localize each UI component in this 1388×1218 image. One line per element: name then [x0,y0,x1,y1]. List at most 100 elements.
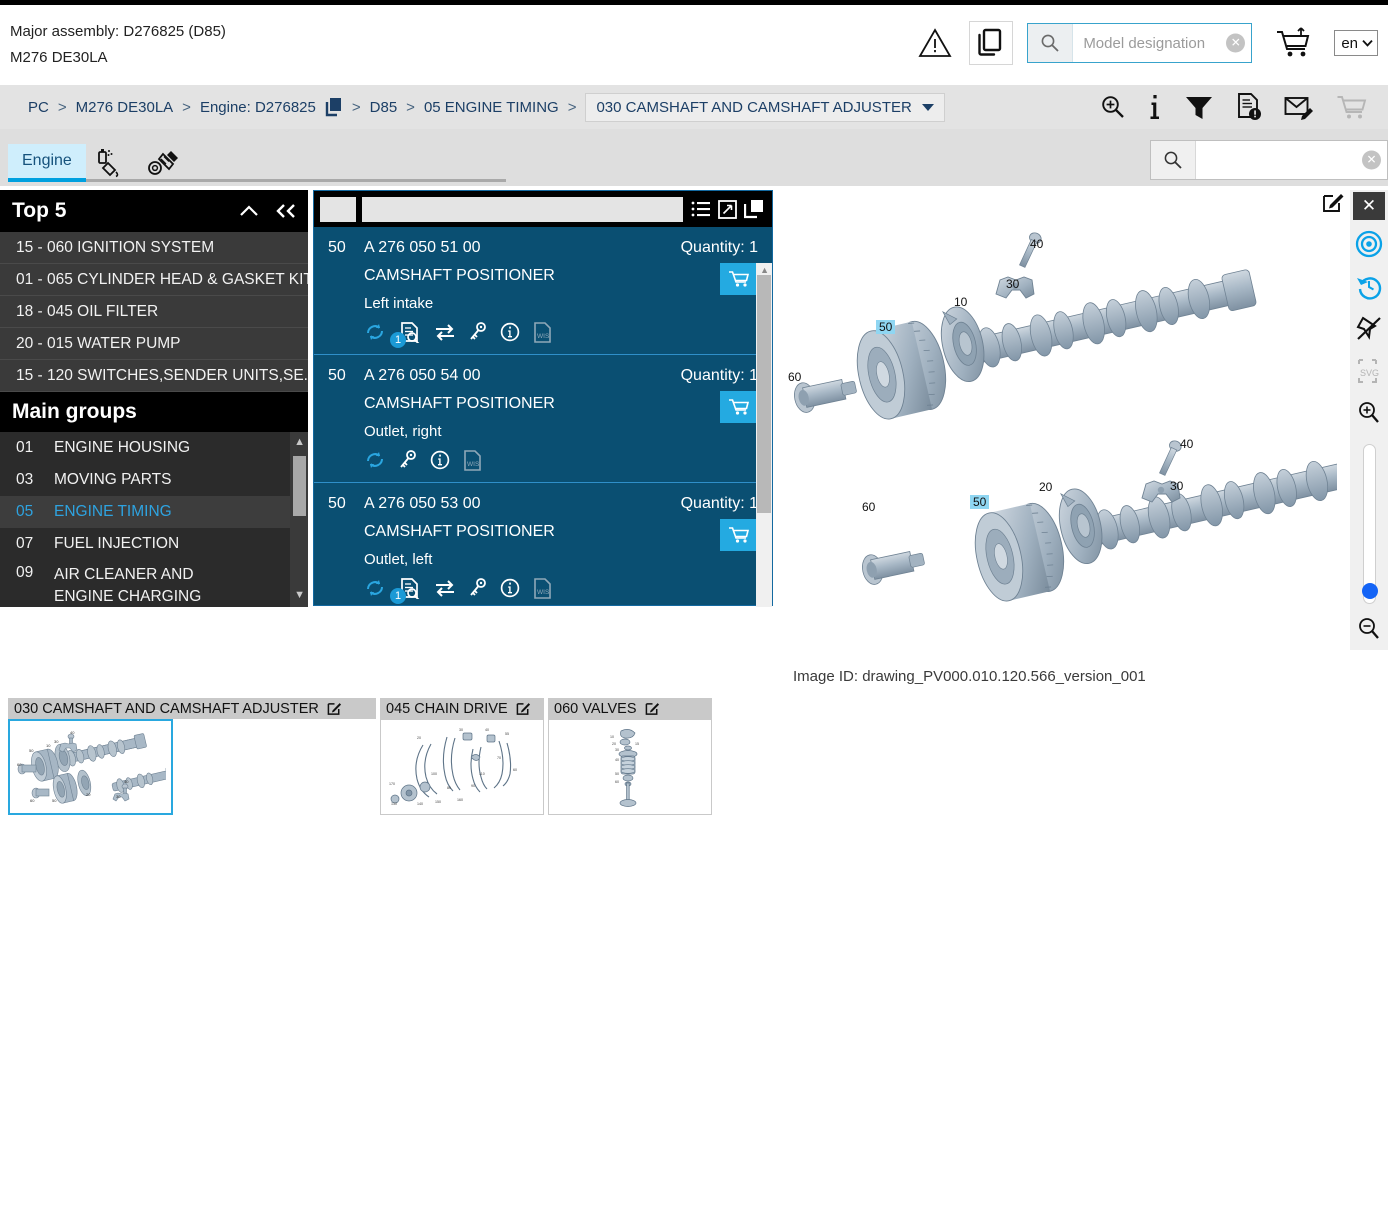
edit-pencil-icon[interactable] [645,701,660,716]
callout-30a: 30 [1006,277,1020,291]
search-icon[interactable] [1151,141,1196,179]
thumbnail-card-060[interactable]: 060 VALVES 10 20 30 40 50 60 15 [548,698,712,815]
info-icon[interactable] [1148,94,1162,120]
search-input[interactable] [1081,33,1244,53]
tab-fasteners[interactable] [138,144,190,182]
breadcrumb-item-engine[interactable]: Engine: D276825 [200,99,316,116]
top5-item-0[interactable]: 15 - 060 IGNITION SYSTEM [0,232,308,264]
chevron-down-icon [1362,39,1373,47]
zoom-slider-knob[interactable] [1361,583,1378,600]
scroll-up-arrow-icon[interactable]: ▲ [760,265,769,275]
model-search-box[interactable]: ✕ [1027,23,1253,63]
main-group-item-07[interactable]: 07 FUEL INJECTION [0,528,308,560]
svg-text:30: 30 [459,728,463,732]
clear-x-icon[interactable]: ✕ [1362,150,1381,170]
breadcrumb-active-dropdown[interactable]: 030 CAMSHAFT AND CAMSHAFT ADJUSTER [585,92,945,122]
clear-x-icon[interactable]: ✕ [1226,33,1246,53]
model-search-field[interactable]: ✕ [1073,24,1251,62]
info-circle-icon[interactable] [430,450,450,470]
scroll-down-arrow-icon[interactable]: ▼ [294,589,305,601]
thumbnail-image-060[interactable]: 10 20 30 40 50 60 15 [548,719,712,815]
expand-fullscreen-icon[interactable] [718,199,737,219]
document-search-icon[interactable]: 1 [390,577,421,604]
language-selector[interactable]: en [1334,30,1378,56]
unpin-icon[interactable] [1350,307,1388,349]
scrollbar-thumb[interactable] [293,456,306,516]
thumbnail-card-045[interactable]: 045 CHAIN DRIVE 170 20 30 40 55 60 80 90… [380,698,544,815]
add-to-cart-icon[interactable] [720,391,758,423]
main-group-item-05[interactable]: 05 ENGINE TIMING [0,496,308,528]
callout-60a: 60 [788,370,802,384]
main-groups-scrollbar[interactable]: ▲ ▼ [290,432,308,607]
content-search-box[interactable]: ✕ [1150,140,1388,180]
target-reset-icon[interactable] [1350,223,1388,265]
copy-icon[interactable] [325,97,343,117]
history-undo-icon[interactable] [1350,265,1388,307]
edit-pencil-icon[interactable] [516,701,531,716]
search-icon[interactable] [1028,24,1074,62]
chevron-double-left-icon[interactable] [274,203,298,219]
main-group-item-01[interactable]: 01 ENGINE HOUSING [0,432,308,464]
top5-item-2[interactable]: 18 - 045 OIL FILTER [0,296,308,328]
shopping-cart-add-icon[interactable] [1270,21,1320,65]
table-row[interactable]: 50 A 276 050 53 00 CAMSHAFT POSITIONER O… [314,483,772,607]
add-to-cart-icon[interactable] [720,263,758,295]
image-id-label: Image ID: drawing_PV000.010.120.566_vers… [793,668,1146,685]
thumbnail-image-030[interactable]: 40 30 10 50 60 40 30 20 50 60 [8,719,173,815]
edit-pencil-icon[interactable] [327,701,342,716]
swap-arrows-icon[interactable] [434,579,456,597]
mail-edit-icon[interactable] [1284,94,1314,120]
copy-icon[interactable] [744,199,764,219]
thumbnail-image-045[interactable]: 170 20 30 40 55 60 80 90 100 110 130 140 150 160 7… [380,719,544,815]
document-search-icon[interactable]: 1 [390,321,421,348]
key-icon[interactable] [469,322,487,342]
sync-icon[interactable] [364,450,386,470]
parts-text-filter[interactable] [362,196,683,222]
zoom-out-icon[interactable] [1350,608,1388,650]
close-window-icon[interactable]: ✕ [1350,190,1388,223]
copy-documents-icon[interactable] [969,21,1014,65]
content-search-input[interactable] [1204,151,1379,169]
zoom-slider[interactable] [1350,435,1388,608]
thumbnail-card-030[interactable]: 030 CAMSHAFT AND CAMSHAFT ADJUSTER 40 30… [8,698,376,815]
warning-triangle-icon[interactable] [915,23,955,63]
tab-paint[interactable] [86,144,138,182]
sync-icon[interactable] [364,322,386,342]
wis-document-icon: WIS [533,321,552,343]
zoom-in-icon[interactable] [1350,392,1388,434]
main-group-item-09[interactable]: 09 AIR CLEANER AND ENGINE CHARGING [0,560,308,607]
swap-arrows-icon[interactable] [434,323,456,341]
tab-engine[interactable]: Engine [8,144,86,182]
sync-icon[interactable] [364,578,386,598]
breadcrumb-item-group[interactable]: 05 ENGINE TIMING [424,99,559,116]
top5-item-1[interactable]: 01 - 065 CYLINDER HEAD & GASKET KIT [0,264,308,296]
main-group-code: 09 [16,564,34,581]
top5-item-4[interactable]: 15 - 120 SWITCHES,SENDER UNITS,SE... [0,360,308,392]
breadcrumb-item-model[interactable]: M276 DE30LA [76,99,174,116]
key-icon[interactable] [399,450,417,470]
add-to-cart-icon[interactable] [720,519,758,551]
parts-position-filter[interactable] [320,196,356,222]
chevron-up-icon[interactable] [238,203,260,219]
parts-scrollbar[interactable]: ▲ ▼ [756,263,772,607]
zoom-slider-track[interactable] [1361,444,1378,605]
key-icon[interactable] [469,578,487,598]
table-row[interactable]: 50 A 276 050 51 00 CAMSHAFT POSITIONER L… [314,227,772,355]
info-circle-icon[interactable] [500,578,520,598]
top5-item-3[interactable]: 20 - 015 WATER PUMP [0,328,308,360]
zoom-in-search-icon[interactable] [1100,94,1126,120]
scrollbar-thumb[interactable] [757,275,771,513]
scroll-up-arrow-icon[interactable]: ▲ [294,436,305,448]
breadcrumb-item-pc[interactable]: PC [28,99,49,116]
main-group-item-03[interactable]: 03 MOVING PARTS [0,464,308,496]
cart-icon-disabled [1336,94,1368,120]
table-row[interactable]: 50 A 276 050 54 00 CAMSHAFT POSITIONER O… [314,355,772,483]
info-circle-icon[interactable] [500,322,520,342]
list-view-icon[interactable] [691,200,711,218]
filter-icon[interactable] [1184,94,1214,120]
model-code: M276 DE30LA [10,49,108,66]
exploded-parts-drawing[interactable]: 40 30 10 50 60 40 30 20 50 60 [782,196,1337,636]
document-alert-icon[interactable] [1236,93,1262,121]
breadcrumb-item-d85[interactable]: D85 [370,99,398,116]
content-search-field[interactable]: ✕ [1196,141,1387,179]
